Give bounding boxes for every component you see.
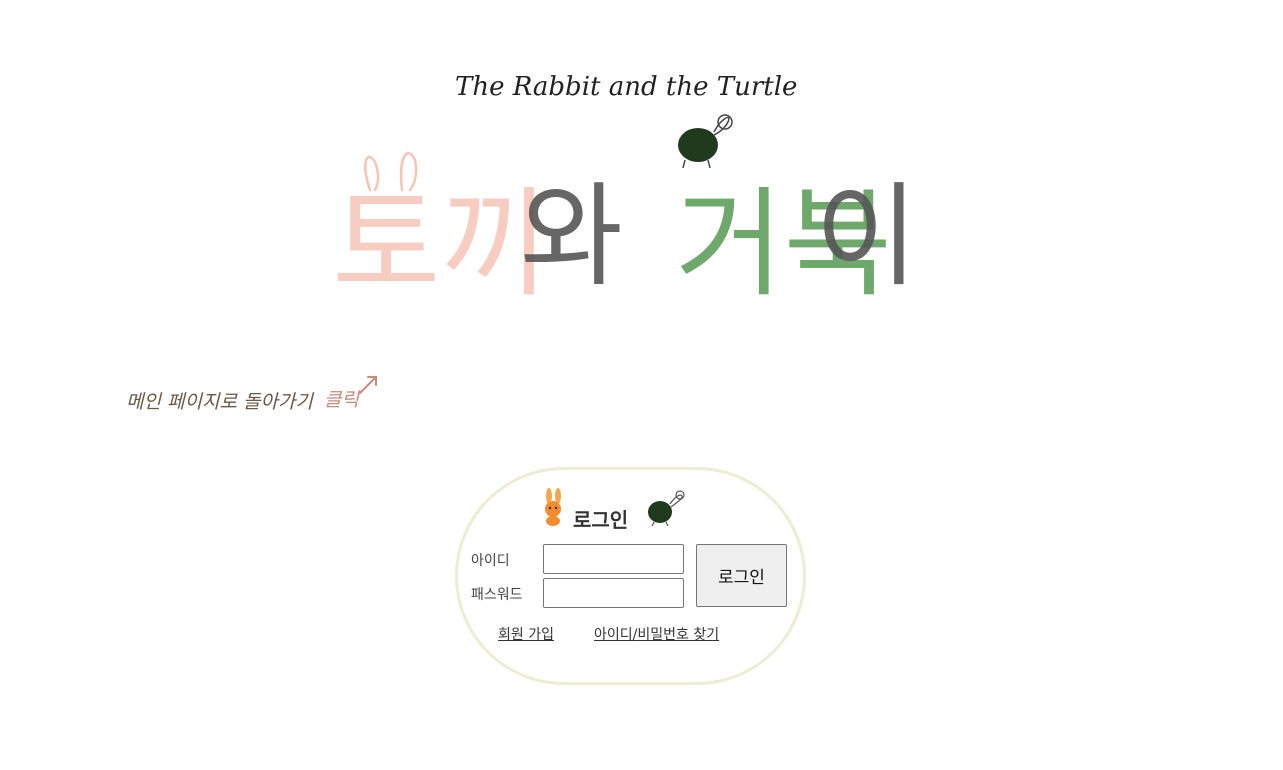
arrow-icon (359, 376, 377, 394)
password-label: 패스워드 (471, 587, 523, 603)
logo-subtitle: The Rabbit and the Turtle (455, 72, 797, 102)
login-page: The Rabbit and the Turtle 토끼 와 거북 이 메인 페… (0, 0, 1283, 770)
home-link-click: 클릭 (324, 389, 360, 411)
login-form: 로그인 아이디 패스워드 로그인 회원 가입 아이디/비밀번호 찾기 (455, 467, 806, 685)
home-link[interactable]: 메인 페이지로 돌아가기 클릭 (124, 368, 394, 418)
logo-title-and: 와 (520, 172, 623, 302)
signup-link[interactable]: 회원 가입 (498, 624, 554, 644)
logo-title-rabbit: 토끼 (332, 175, 549, 310)
login-title: 로그인 (573, 508, 629, 532)
id-input[interactable] (543, 544, 684, 574)
turtle-icon (648, 490, 685, 527)
password-input[interactable] (543, 578, 684, 608)
site-logo[interactable]: The Rabbit and the Turtle 토끼 와 거북 이 (330, 50, 910, 310)
id-label: 아이디 (471, 553, 510, 569)
home-link-label: 메인 페이지로 돌아가기 (126, 391, 314, 413)
login-button[interactable]: 로그인 (696, 544, 787, 607)
login-header: 로그인 (538, 488, 698, 532)
rabbit-icon (545, 488, 561, 526)
find-account-link[interactable]: 아이디/비밀번호 찾기 (594, 624, 719, 644)
turtle-icon (678, 114, 733, 169)
logo-title-end: 이 (815, 172, 910, 302)
